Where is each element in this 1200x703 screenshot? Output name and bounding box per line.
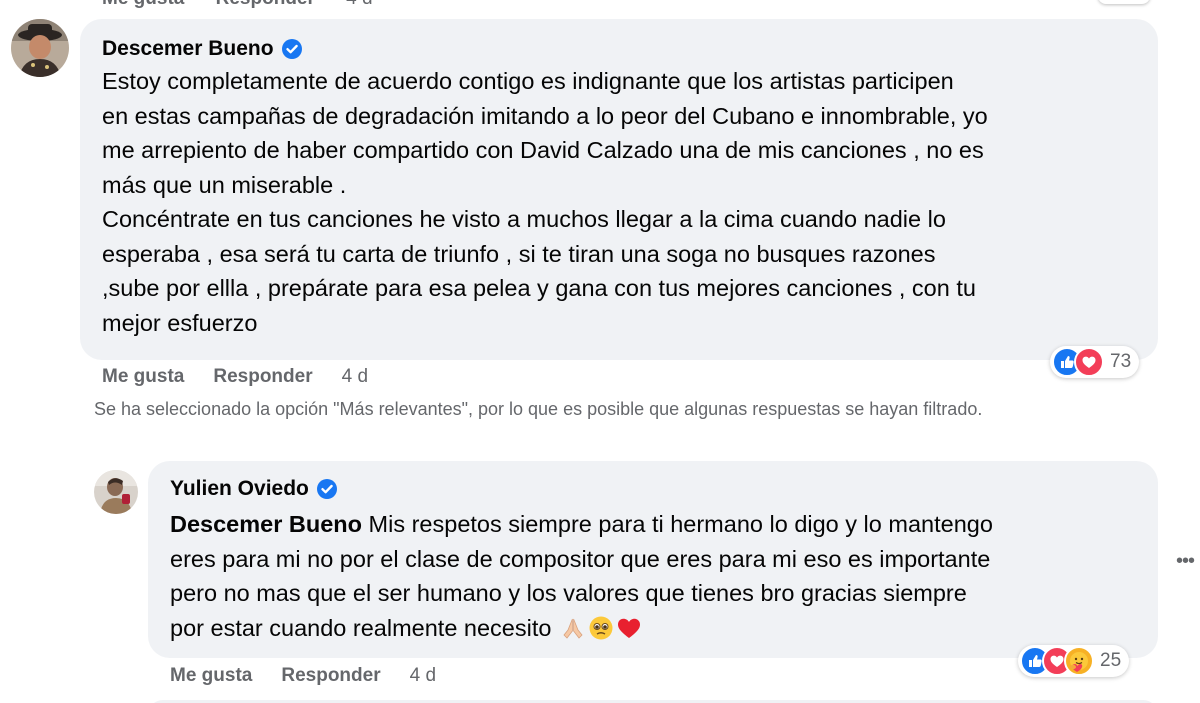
reply-link[interactable]: Responder [216,0,315,9]
red-heart-icon [617,618,640,638]
reaction-badge[interactable] [1098,0,1150,4]
comment-text: Estoy completamente de acuerdo contigo e… [102,64,1136,340]
like-link[interactable]: Me gusta [170,665,252,687]
comment-line: Estoy completamente de acuerdo contigo e… [102,68,954,94]
reply-text: Descemer Bueno Mis respetos siempre para… [170,507,1136,645]
comment-actions: Me gusta Responder 4 d [102,366,368,388]
comment-line: ,sube por ellla , prepárate para esa pel… [102,275,976,301]
author-name[interactable]: Yulien Oviedo [170,475,309,503]
reaction-count: 73 [1110,351,1132,372]
verified-badge-icon [316,479,337,499]
reply-line: pero no mas que el ser humano y los valo… [170,580,967,606]
reply-link[interactable]: Responder [213,366,312,388]
more-options-icon[interactable]: ••• [1176,550,1200,574]
comment-time[interactable]: 4 d [346,0,372,9]
reaction-summary[interactable]: 73 [1050,346,1140,378]
avatar[interactable] [11,19,69,77]
previous-comment-actions: Me gusta Responder 4 d [102,0,399,10]
comment-line: Concéntrate en tus canciones he visto a … [102,206,946,232]
reply-line-text: Mis respetos siempre para ti hermano lo … [362,511,993,537]
comment-bubble: Descemer Bueno Estoy completamente de ac… [80,19,1158,360]
reaction-count: 25 [1100,650,1122,671]
filter-notice: Se ha seleccionado la opción "Más releva… [94,399,983,419]
reply-line: por estar cuando realmente necesito [170,611,1136,646]
comment-line: mejor esfuerzo [102,309,258,336]
comment-line: esperaba , esa será tu carta de triunfo … [102,240,936,267]
reply-link[interactable]: Responder [281,665,380,687]
reply-bubble: Yulien Oviedo Descemer Bueno Mis respeto… [148,461,1158,658]
reply-line: Descemer Bueno Mis respetos siempre para… [170,507,1136,542]
mention-link[interactable]: Descemer Bueno [170,511,362,537]
reply-line-text: por estar cuando realmente necesito [170,614,558,641]
teary-face-icon [589,616,613,640]
reply-author[interactable]: Yulien Oviedo [170,475,1136,503]
comment-line: me arrepiento de haber compartido con Da… [102,137,984,163]
comment-line: en estas campañas de degradación imitand… [102,102,988,129]
verified-badge-icon [281,39,302,59]
like-link[interactable]: Me gusta [102,0,184,9]
care-reaction-icon [1064,646,1094,676]
reply-line: eres para mi no por el clase de composit… [170,545,991,572]
folded-hands-icon [563,618,583,639]
comment-author[interactable]: Descemer Bueno [102,35,1136,63]
author-name[interactable]: Descemer Bueno [102,35,274,63]
love-reaction-icon [1074,347,1104,377]
comment-time[interactable]: 4 d [342,366,368,388]
avatar[interactable] [94,470,138,514]
like-link[interactable]: Me gusta [102,366,184,388]
reply-actions: Me gusta Responder 4 d [170,665,436,687]
reaction-summary[interactable]: 25 [1018,645,1130,677]
reply-time[interactable]: 4 d [410,665,436,687]
comment-line: más que un miserable . [102,171,347,198]
